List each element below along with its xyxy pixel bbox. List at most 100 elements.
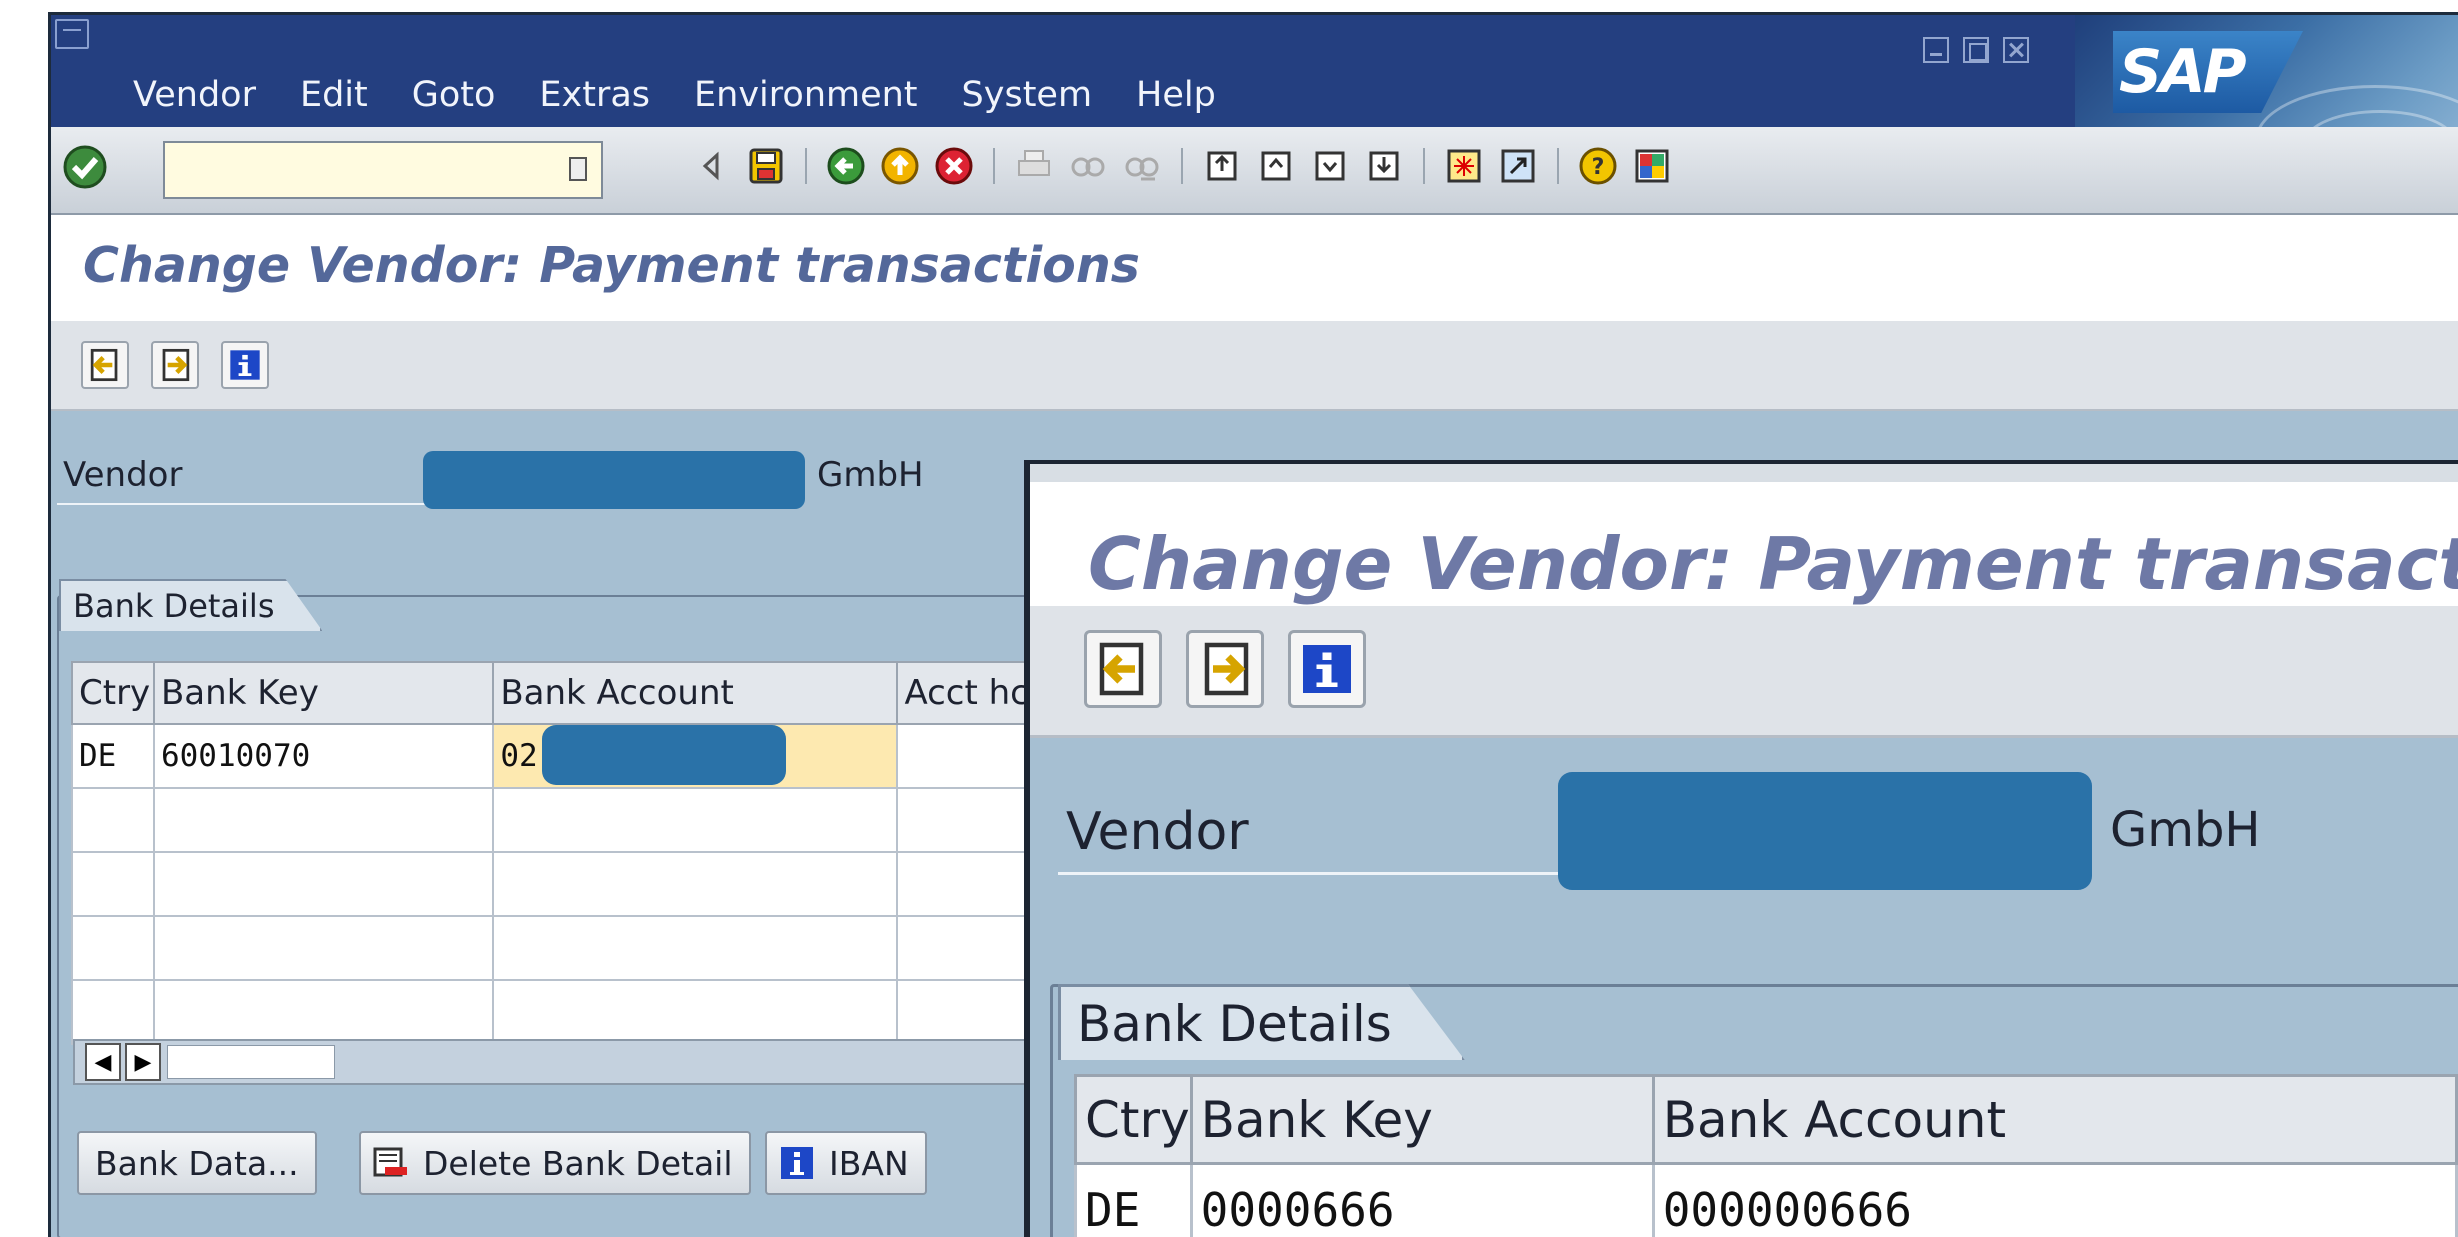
bank-data-button[interactable]: Bank Data... (77, 1131, 317, 1195)
iban-label: IBAN (829, 1143, 909, 1183)
cancel-icon[interactable] (933, 145, 975, 187)
cell-empty[interactable] (71, 915, 155, 981)
previous-screen-icon[interactable] (81, 341, 129, 389)
toolbar-icons: ? (691, 145, 1673, 187)
customize-layout-icon[interactable] (1631, 145, 1673, 187)
cell-ctry[interactable]: DE (71, 723, 155, 789)
help-icon[interactable]: ? (1577, 145, 1619, 187)
vendor-label-underline (57, 503, 427, 505)
next-page-icon[interactable] (1309, 145, 1351, 187)
scroll-thumb[interactable] (167, 1045, 335, 1079)
zoom-vendor-label: Vendor (1066, 802, 1249, 862)
close-icon[interactable] (2003, 37, 2029, 63)
zoom-cell-ctry[interactable]: DE (1074, 1162, 1193, 1237)
table-header-row: Ctry Bank Key Bank Account Acct hc (71, 661, 1111, 725)
info-icon[interactable] (1288, 630, 1366, 708)
create-shortcut-icon[interactable] (1497, 145, 1539, 187)
iban-button[interactable]: IBAN (765, 1131, 927, 1195)
info-icon (781, 1147, 813, 1179)
col-header-ctry[interactable]: Ctry (71, 661, 155, 725)
cell-bank-account[interactable]: 02 (492, 723, 899, 789)
zoom-table-header-row: Ctry Bank Key Bank Account (1074, 1074, 2458, 1165)
find-icon (1071, 157, 1105, 177)
zoom-bank-details-table: Ctry Bank Key Bank Account DE 0000666 00… (1074, 1074, 2458, 1237)
save-icon[interactable] (745, 145, 787, 187)
command-input[interactable] (171, 147, 531, 193)
sap-logo: SAP (2113, 31, 2303, 113)
command-history-icon[interactable] (569, 157, 587, 181)
horizontal-scrollbar[interactable]: ◀ ▶ (73, 1039, 1073, 1085)
previous-page-icon[interactable] (1255, 145, 1297, 187)
table-row (71, 851, 1111, 917)
cell-empty[interactable] (152, 915, 495, 981)
zoom-col-header-bank-key[interactable]: Bank Key (1189, 1074, 1655, 1165)
scroll-right-icon[interactable]: ▶ (125, 1043, 161, 1081)
zoom-top-strip (1030, 464, 2458, 482)
bank-account-prefix: 02 (500, 738, 538, 774)
zoom-col-header-ctry[interactable]: Ctry (1074, 1074, 1193, 1165)
cell-empty[interactable] (492, 915, 899, 981)
menu-environment[interactable]: Environment (672, 71, 939, 119)
minimize-icon[interactable] (1923, 37, 1949, 63)
menu-bar: Vendor Edit Goto Extras Environment Syst… (111, 71, 1238, 119)
table-row (71, 787, 1111, 853)
info-icon[interactable] (221, 341, 269, 389)
table-row (71, 915, 1111, 981)
standard-toolbar: ? (51, 127, 2458, 215)
exit-icon[interactable] (879, 145, 921, 187)
cell-empty[interactable] (71, 787, 155, 853)
menu-extras[interactable]: Extras (517, 71, 672, 119)
next-screen-icon[interactable] (1186, 630, 1264, 708)
zoom-cell-bank-account[interactable]: 000000666 (1651, 1162, 2458, 1237)
delete-bank-detail-button[interactable]: Delete Bank Detail (359, 1131, 751, 1195)
next-screen-icon[interactable] (151, 341, 199, 389)
scroll-left-icon[interactable]: ◀ (85, 1043, 121, 1081)
bank-account-redacted (542, 725, 787, 785)
cell-empty[interactable] (492, 787, 899, 853)
zoom-bank-details-tab: Bank Details (1058, 984, 1465, 1060)
zoom-vendor-number-redacted (1558, 772, 2092, 890)
zoom-application-toolbar (1030, 606, 2458, 738)
enter-check-icon[interactable] (61, 143, 109, 191)
vendor-label: Vendor (63, 455, 183, 495)
menu-edit[interactable]: Edit (278, 71, 390, 119)
cell-empty[interactable] (152, 787, 495, 853)
cell-empty[interactable] (152, 851, 495, 917)
col-header-bank-account[interactable]: Bank Account (492, 661, 899, 725)
command-field[interactable] (163, 141, 603, 199)
back-icon[interactable] (825, 145, 867, 187)
menu-system[interactable]: System (940, 71, 1115, 119)
vendor-number-redacted (423, 451, 805, 509)
previous-screen-icon[interactable] (1084, 630, 1162, 708)
delete-row-icon (373, 1147, 407, 1177)
cell-empty[interactable] (492, 979, 899, 1045)
cell-bank-key[interactable]: 60010070 (152, 723, 495, 789)
cell-empty[interactable] (71, 851, 155, 917)
zoom-page-title: Change Vendor: Payment transactions (1088, 522, 2458, 606)
col-header-bank-key[interactable]: Bank Key (152, 661, 495, 725)
menu-goto[interactable]: Goto (390, 71, 518, 119)
cell-empty[interactable] (152, 979, 495, 1045)
title-area: Change Vendor: Payment transactions (51, 215, 2458, 321)
new-session-icon[interactable] (1443, 145, 1485, 187)
collapse-arrow-icon[interactable] (691, 145, 733, 187)
first-page-icon[interactable] (1201, 145, 1243, 187)
zoom-table-row: DE 0000666 000000666 (1074, 1162, 2458, 1237)
zoom-cell-bank-key[interactable]: 0000666 (1189, 1162, 1655, 1237)
delete-bank-detail-label: Delete Bank Detail (423, 1143, 733, 1183)
last-page-icon[interactable] (1363, 145, 1405, 187)
system-menu-icon[interactable] (55, 19, 89, 49)
zoom-col-header-bank-account[interactable]: Bank Account (1651, 1074, 2458, 1165)
find-next-icon (1125, 157, 1159, 181)
zoom-vendor-name-suffix: GmbH (2110, 802, 2261, 858)
window-controls (1923, 37, 2029, 63)
maximize-icon[interactable] (1963, 37, 1989, 63)
bank-details-table: Ctry Bank Key Bank Account Acct hc DE 60… (71, 661, 1111, 1045)
cell-empty[interactable] (71, 979, 155, 1045)
cell-empty[interactable] (492, 851, 899, 917)
menu-help[interactable]: Help (1114, 71, 1238, 119)
zoom-bank-details-label: Bank Details (1077, 994, 1392, 1053)
bank-details-tab: Bank Details (59, 579, 323, 631)
menu-vendor[interactable]: Vendor (111, 71, 278, 119)
page-title: Change Vendor: Payment transactions (83, 237, 1140, 294)
